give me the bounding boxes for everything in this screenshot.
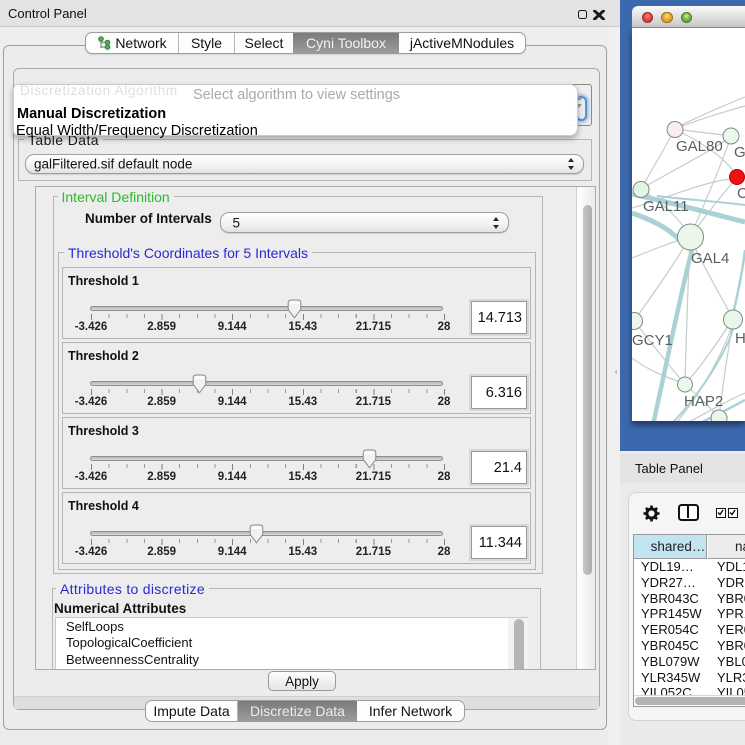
svg-text:GCY1: GCY1 — [632, 332, 673, 349]
svg-text:GAL80: GAL80 — [676, 138, 723, 155]
svg-text:HAP2: HAP2 — [684, 393, 723, 410]
svg-text:GAL11: GAL11 — [643, 198, 689, 215]
svg-text:G.: G. — [734, 144, 745, 161]
svg-text:GAL4: GAL4 — [691, 250, 729, 267]
svg-text:H: H — [735, 330, 745, 347]
svg-text:C: C — [737, 185, 745, 202]
